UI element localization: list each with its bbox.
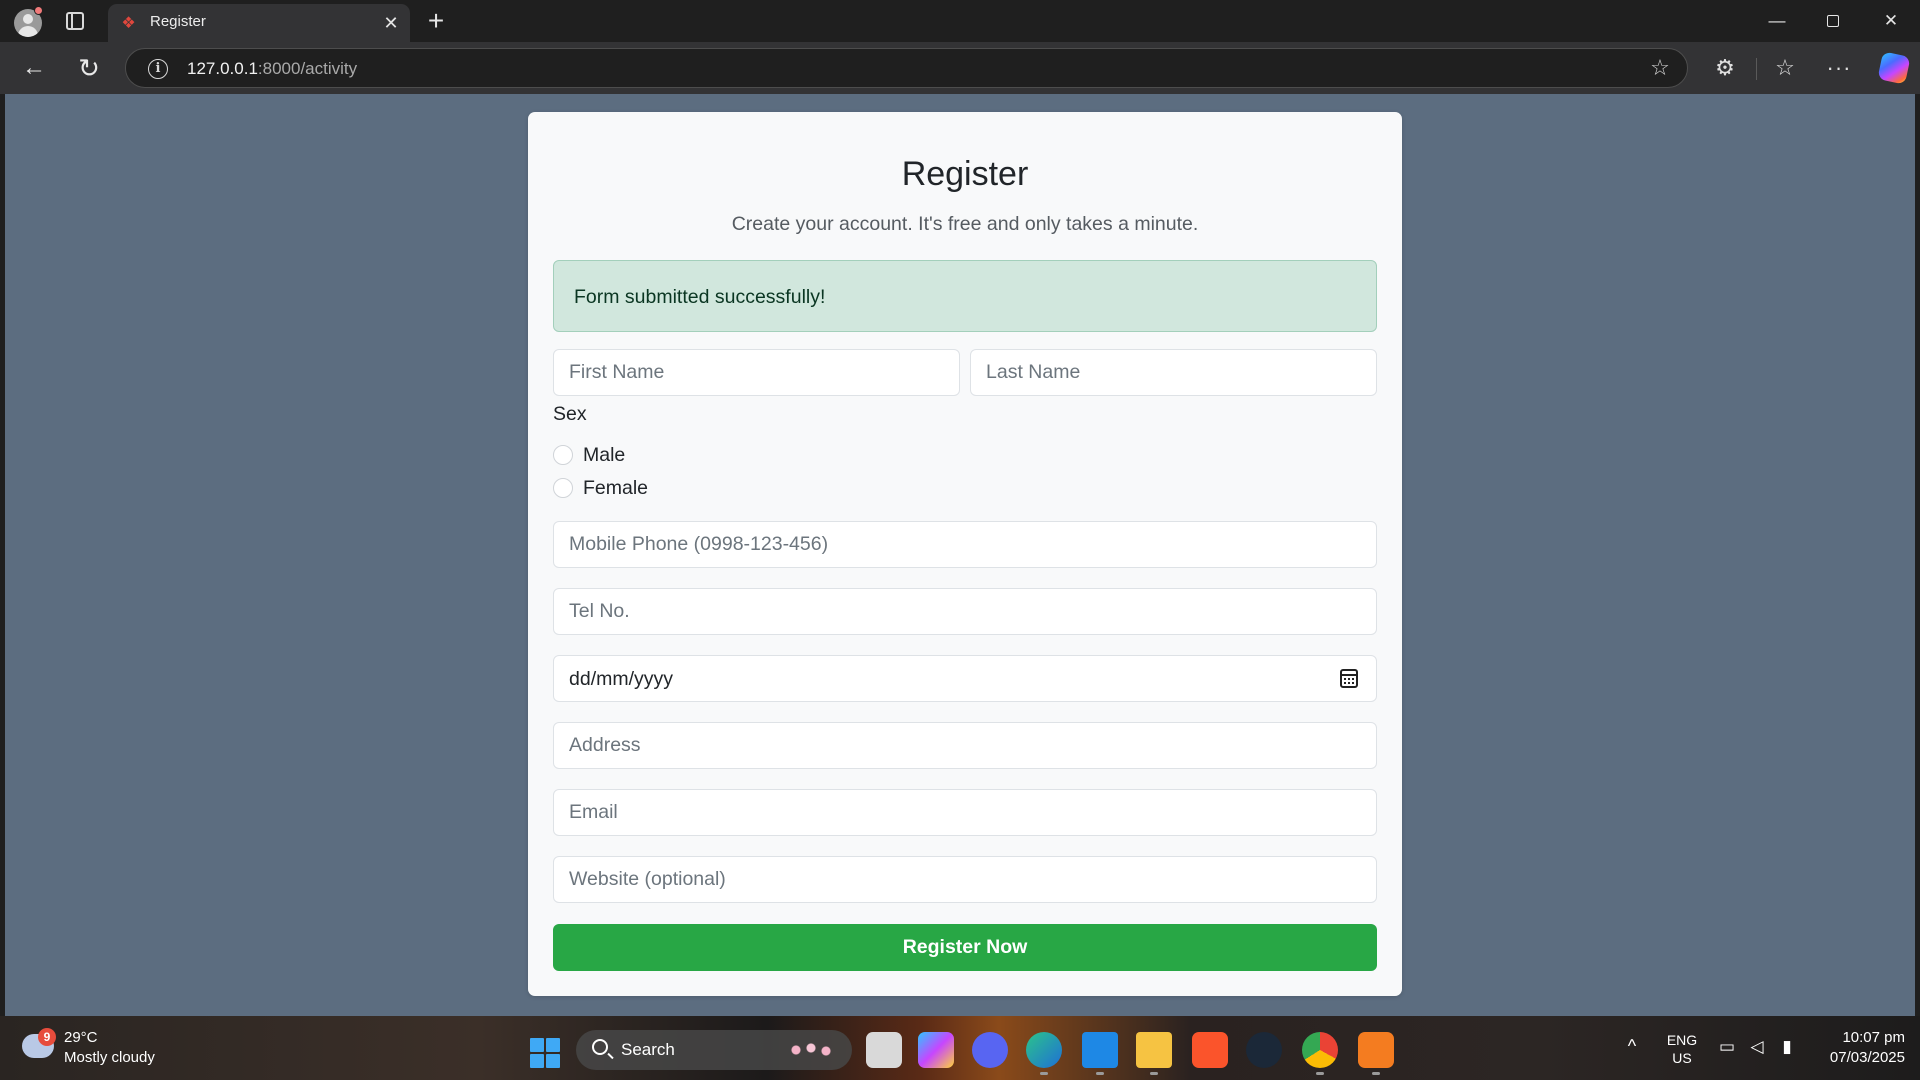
tab-close-icon[interactable]: ✕ [380, 12, 402, 34]
network-icon[interactable]: ▭ [1716, 1036, 1738, 1058]
weather-description[interactable]: Mostly cloudy [64, 1049, 155, 1067]
battery-icon[interactable]: ▮ [1776, 1036, 1798, 1058]
url-path: :8000/activity [257, 59, 358, 78]
tray-overflow-chevron-icon[interactable]: ^ [1622, 1036, 1642, 1056]
search-label: Search [621, 1040, 675, 1059]
extensions-icon[interactable]: ⚙ [1710, 53, 1740, 83]
search-highlight-icon [786, 1040, 836, 1060]
tab-register[interactable]: ❖ Register ✕ [108, 4, 410, 42]
xampp-running-indicator [1372, 1072, 1380, 1075]
discord-icon[interactable] [972, 1032, 1008, 1068]
success-alert: Form submitted successfully! [553, 260, 1377, 332]
success-alert-text: Form submitted successfully! [574, 286, 826, 308]
email-input[interactable] [553, 789, 1377, 836]
taskbar-search[interactable]: Search [576, 1030, 852, 1070]
vscode-icon[interactable] [1082, 1032, 1118, 1068]
chrome-icon[interactable] [1302, 1032, 1338, 1068]
browser-toolbar: ← ↻ i 127.0.0.1:8000/activity ☆ ⚙ ☆ ··· [0, 42, 1920, 94]
clock-time[interactable]: 10:07 pm [1800, 1029, 1905, 1047]
register-card: Register Create your account. It's free … [528, 112, 1402, 996]
calendar-icon[interactable] [1340, 669, 1358, 688]
window-minimize-icon[interactable]: — [1754, 8, 1800, 34]
address-input[interactable] [553, 722, 1377, 769]
file-explorer-icon[interactable] [866, 1032, 902, 1068]
windows-start-icon[interactable] [530, 1038, 560, 1068]
birth-date-input[interactable]: dd/mm/yyyy [553, 655, 1377, 702]
address-bar[interactable]: i 127.0.0.1:8000/activity ☆ [125, 48, 1688, 88]
new-tab-icon[interactable]: + [422, 7, 450, 35]
copilot-app-icon[interactable] [918, 1032, 954, 1068]
search-icon [592, 1039, 608, 1055]
xampp-icon[interactable] [1358, 1032, 1394, 1068]
female-radio-label[interactable]: Female [583, 476, 648, 500]
male-radio[interactable] [553, 445, 573, 465]
page-viewport: Register Create your account. It's free … [5, 94, 1915, 1016]
reload-icon[interactable]: ↻ [73, 52, 105, 84]
first-name-input[interactable] [553, 349, 960, 396]
language-indicator[interactable]: ENG US [1662, 1031, 1702, 1067]
profile-notification-dot [34, 6, 43, 15]
date-placeholder: dd/mm/yyyy [569, 668, 674, 690]
last-name-input[interactable] [970, 349, 1377, 396]
taskbar: 9 29°C Mostly cloudy Search ^ ENG US ▭ ◁… [0, 1016, 1920, 1080]
copilot-icon[interactable] [1877, 51, 1911, 85]
edge-dev-icon[interactable] [1026, 1032, 1062, 1068]
page-title: Register [901, 155, 1029, 193]
tel-no-input[interactable] [553, 588, 1377, 635]
window-restore-icon[interactable] [1810, 8, 1856, 34]
favorite-star-icon[interactable]: ☆ [1646, 54, 1674, 82]
vscode-running-indicator [1096, 1072, 1104, 1075]
folder-running-indicator [1150, 1072, 1158, 1075]
website-input[interactable] [553, 856, 1377, 903]
address-url[interactable]: 127.0.0.1:8000/activity [187, 59, 357, 79]
steam-icon[interactable] [1246, 1032, 1282, 1068]
clock-date[interactable]: 07/03/2025 [1800, 1049, 1905, 1067]
mobile-phone-input[interactable] [553, 521, 1377, 568]
toolbar-divider [1756, 58, 1757, 80]
back-arrow-icon[interactable]: ← [18, 52, 50, 84]
sex-option-female[interactable]: Female [553, 475, 648, 501]
tab-actions-icon[interactable] [66, 12, 84, 30]
laravel-logo-icon: ❖ [121, 15, 136, 32]
male-radio-label[interactable]: Male [583, 443, 625, 467]
folder-icon[interactable] [1136, 1032, 1172, 1068]
brave-icon[interactable] [1192, 1032, 1228, 1068]
sex-option-male[interactable]: Male [553, 442, 625, 468]
language-secondary: US [1672, 1050, 1692, 1066]
more-options-icon[interactable]: ··· [1824, 53, 1854, 83]
url-host: 127.0.0.1 [187, 59, 258, 78]
favorites-icon[interactable]: ☆ [1770, 53, 1800, 83]
language-primary: ENG [1666, 1032, 1698, 1048]
page-subtitle: Create your account. It's free and only … [731, 213, 1199, 235]
sex-label: Sex [553, 403, 587, 425]
volume-icon[interactable]: ◁ [1746, 1036, 1768, 1058]
window-close-icon[interactable]: ✕ [1868, 8, 1914, 34]
tab-title: Register [150, 13, 206, 30]
weather-badge: 9 [38, 1028, 56, 1046]
browser-titlebar: ❖ Register ✕ + — ✕ [0, 0, 1920, 42]
weather-temperature[interactable]: 29°C [64, 1029, 98, 1047]
chrome-running-indicator [1316, 1072, 1324, 1075]
female-radio[interactable] [553, 478, 573, 498]
site-info-icon[interactable]: i [148, 59, 168, 79]
edge-running-indicator [1040, 1072, 1048, 1075]
register-now-button[interactable]: Register Now [553, 924, 1377, 971]
